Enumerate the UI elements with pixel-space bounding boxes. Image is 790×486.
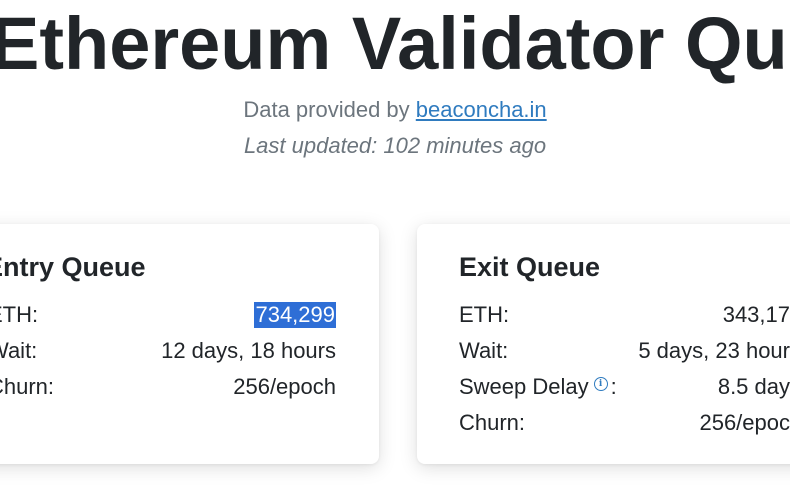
exit-churn-row: Churn: 256/epoc — [459, 410, 790, 440]
data-source-prefix: Data provided by — [243, 97, 410, 122]
page-title-text: Ethereum Validator Queue — [0, 4, 790, 84]
page-title: Ethereum Validator Queue — [0, 4, 790, 84]
entry-queue-title: Entry Queue — [0, 252, 146, 282]
exit-churn-label: Churn: — [459, 410, 526, 435]
exit-eth-label: ETH: — [459, 302, 510, 327]
entry-churn-value: 256/epoch — [233, 374, 336, 399]
exit-sweep-value: 8.5 day — [717, 374, 790, 399]
entry-queue-card: Entry Queue ETH: 734,299 Wait: 12 days, … — [0, 224, 379, 464]
info-icon[interactable]: i — [593, 377, 608, 391]
exit-sweep-label-group: Sweep Delay i: — [459, 374, 617, 400]
entry-churn-label: Churn: — [0, 374, 55, 399]
entry-wait-row: Wait: 12 days, 18 hours — [0, 338, 336, 368]
entry-wait-value: 12 days, 18 hours — [161, 338, 336, 363]
entry-eth-label: ETH: — [0, 302, 39, 327]
data-source-link[interactable]: beaconcha.in — [416, 97, 547, 122]
page: Ethereum Validator Queue Data provided b… — [0, 0, 790, 486]
exit-wait-row: Wait: 5 days, 23 hour — [459, 338, 790, 368]
exit-churn-value: 256/epoc — [699, 410, 790, 435]
exit-wait-value: 5 days, 23 hour — [638, 338, 790, 363]
exit-wait-label: Wait: — [459, 338, 509, 363]
entry-eth-row: ETH: 734,299 — [0, 302, 336, 332]
exit-queue-card: Exit Queue ETH: 343,17 Wait: 5 days, 23 … — [417, 224, 790, 464]
entry-eth-value[interactable]: 734,299 — [254, 302, 336, 328]
exit-sweep-colon: : — [610, 374, 617, 399]
data-source-line: Data provided by beaconcha.in — [0, 97, 790, 123]
exit-queue-title: Exit Queue — [459, 252, 601, 282]
exit-sweep-label: Sweep Delay — [459, 374, 589, 399]
last-updated-text: Last updated: 102 minutes ago — [243, 133, 547, 158]
exit-sweep-row: Sweep Delay i: 8.5 day — [459, 374, 790, 404]
exit-eth-row: ETH: 343,17 — [459, 302, 790, 332]
entry-wait-label: Wait: — [0, 338, 38, 363]
exit-eth-value: 343,17 — [722, 302, 790, 327]
entry-churn-row: Churn: 256/epoch — [0, 374, 336, 404]
